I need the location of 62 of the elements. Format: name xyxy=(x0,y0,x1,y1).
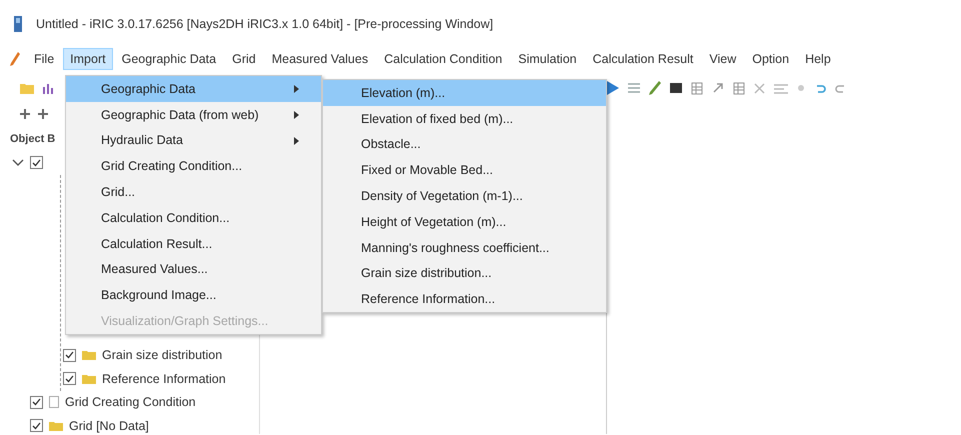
checkbox[interactable] xyxy=(30,396,43,409)
app-icon xyxy=(14,16,22,32)
submenu-arrow-icon xyxy=(294,85,299,93)
menu-item[interactable]: Grid xyxy=(225,48,263,70)
menu-item[interactable]: Help xyxy=(798,48,838,70)
table-icon[interactable] xyxy=(733,82,745,94)
menu-item[interactable]: Elevation (m)... xyxy=(323,80,606,106)
tree-item[interactable]: Grid [No Data] xyxy=(69,418,149,433)
checkbox[interactable] xyxy=(30,419,43,432)
menu-item[interactable]: Calculation Condition... xyxy=(66,204,321,231)
list-icon[interactable] xyxy=(628,82,640,94)
add-icon[interactable] xyxy=(20,109,30,119)
menu-item[interactable]: File xyxy=(27,48,62,70)
menu-item[interactable]: Measured Values... xyxy=(66,256,321,282)
menu-item[interactable]: Import xyxy=(63,48,113,70)
menu-item[interactable]: Fixed or Movable Bed... xyxy=(323,157,606,184)
chart-icon[interactable] xyxy=(42,82,54,94)
menu-item[interactable]: Grain size distribution... xyxy=(323,260,606,286)
menu-item[interactable]: Geographic Data xyxy=(66,76,321,102)
menu-item[interactable]: Hydraulic Data xyxy=(66,128,321,154)
menu-item[interactable]: Calculation Result xyxy=(586,48,700,70)
tree-item[interactable]: Grain size distribution xyxy=(102,348,222,362)
folder-icon xyxy=(49,420,63,431)
lines-icon[interactable] xyxy=(774,82,788,94)
window-title: Untitled - iRIC 3.0.17.6256 [Nays2DH iRIC3.x 1.0 64bit] - [Pre-processing Window] xyxy=(36,17,494,31)
submenu-arrow-icon xyxy=(294,136,299,145)
panel-title: Object B xyxy=(10,133,56,145)
menu-item[interactable]: Option xyxy=(745,48,796,70)
add-icon[interactable] xyxy=(38,109,48,119)
tree-item[interactable]: Reference Information xyxy=(102,372,226,386)
menu-item[interactable]: View xyxy=(702,48,744,70)
table-icon[interactable] xyxy=(691,82,703,94)
menu-item[interactable]: Reference Information... xyxy=(323,286,606,312)
menu-item[interactable]: Manning's roughness coefficient... xyxy=(323,234,606,261)
folder-icon xyxy=(82,350,96,360)
menu-item[interactable]: Obstacle... xyxy=(323,132,606,158)
arrow-icon[interactable] xyxy=(712,82,724,94)
menu-item[interactable]: Background Image... xyxy=(66,282,321,308)
menu-item[interactable]: Geographic Data xyxy=(114,48,224,70)
menu-item[interactable]: Calculation Condition xyxy=(377,48,510,70)
document-icon xyxy=(49,396,59,408)
pencil-icon xyxy=(10,52,20,66)
menu-item[interactable]: Calculation Result... xyxy=(66,230,321,257)
menu-item[interactable]: Simulation xyxy=(511,48,584,70)
checkbox[interactable] xyxy=(63,348,76,362)
submenu-arrow-icon xyxy=(294,110,299,119)
checkbox[interactable] xyxy=(63,372,76,386)
cross-icon[interactable] xyxy=(754,82,765,94)
dot-icon[interactable] xyxy=(797,84,805,92)
checkbox[interactable] xyxy=(30,156,43,170)
chevron-icon[interactable] xyxy=(12,158,24,167)
tree-item[interactable]: Grid Creating Condition xyxy=(65,395,196,410)
pencil-icon[interactable] xyxy=(649,81,661,95)
menu-item[interactable]: Grid... xyxy=(66,179,321,205)
folder-icon xyxy=(82,374,96,384)
menu-item[interactable]: Measured Values xyxy=(264,48,376,70)
undo-icon[interactable] xyxy=(814,82,826,94)
menu-item[interactable]: Geographic Data (from web) xyxy=(66,102,321,128)
menu-item[interactable]: Density of Vegetation (m-1)... xyxy=(323,183,606,209)
menu-item[interactable]: Elevation of fixed bed (m)... xyxy=(323,106,606,132)
menu-item[interactable]: Grid Creating Condition... xyxy=(66,153,321,180)
menu-item[interactable]: Height of Vegetation (m)... xyxy=(323,208,606,235)
